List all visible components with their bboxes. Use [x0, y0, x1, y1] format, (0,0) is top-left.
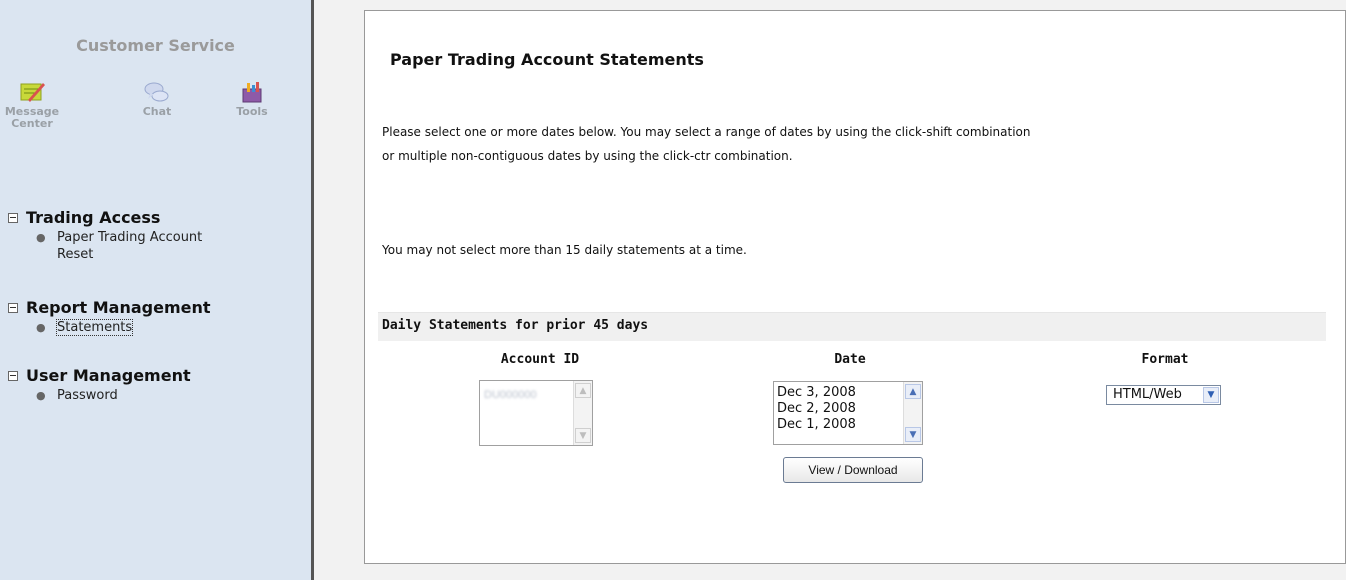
message-center-icon: [20, 83, 45, 102]
view-download-button[interactable]: View / Download: [783, 457, 923, 483]
account-id-listbox[interactable]: DU000000 ▲ ▼: [479, 380, 593, 446]
scroll-down-icon[interactable]: ▼: [575, 428, 591, 443]
sidebar-item-password[interactable]: ● Password: [8, 387, 191, 404]
message-center-button[interactable]: Message Center: [2, 80, 62, 130]
account-id-header: Account ID: [500, 352, 580, 367]
bullet-icon: ●: [36, 231, 46, 244]
section-title: User Management: [26, 366, 191, 385]
sidebar-item-label-line1: Paper Trading Account: [57, 230, 203, 245]
date-header: Date: [834, 352, 866, 367]
collapse-icon[interactable]: [8, 212, 18, 223]
scroll-up-icon[interactable]: ▲: [575, 383, 591, 398]
sidebar-item-label: Password: [57, 388, 118, 403]
bullet-icon: ●: [36, 389, 46, 402]
instructions-line2: or multiple non-contiguous dates by usin…: [382, 149, 793, 163]
sidebar: Customer Service Message Center Chat Too…: [0, 0, 311, 580]
statements-section-title: Daily Statements for prior 45 days: [382, 318, 649, 333]
date-option[interactable]: Dec 2, 2008: [777, 401, 856, 417]
instructions-line1: Please select one or more dates below. Y…: [382, 125, 1031, 139]
date-option[interactable]: Dec 1, 2008: [777, 417, 856, 433]
user-management-header[interactable]: User Management: [8, 366, 191, 385]
account-id-value: DU000000: [484, 389, 537, 401]
sidebar-item-paper-trading-account-reset[interactable]: ● Paper Trading Account Reset: [8, 229, 202, 263]
tools-icon: [242, 82, 262, 103]
chat-button[interactable]: Chat: [127, 80, 187, 118]
account-listbox-scrollbar[interactable]: ▲ ▼: [573, 381, 592, 445]
trading-access-header[interactable]: Trading Access: [8, 208, 202, 227]
date-listbox-scrollbar[interactable]: ▲ ▼: [903, 382, 922, 444]
bullet-icon: ●: [36, 321, 46, 334]
section-user-management: User Management ● Password: [8, 366, 191, 404]
sidebar-item-label-line2: Reset: [57, 247, 94, 262]
section-title: Trading Access: [26, 208, 161, 227]
section-trading-access: Trading Access ● Paper Trading Account R…: [8, 208, 202, 263]
chat-icon: [144, 82, 169, 102]
chevron-down-icon[interactable]: ▼: [1203, 387, 1219, 403]
format-selected-value: HTML/Web: [1113, 387, 1182, 402]
customer-service-title: Customer Service: [76, 36, 235, 55]
report-management-header[interactable]: Report Management: [8, 298, 211, 317]
message-center-label-line2: Center: [11, 117, 53, 130]
format-select[interactable]: HTML/Web ▼: [1106, 385, 1221, 405]
section-report-management: Report Management ● Statements: [8, 298, 211, 336]
chat-label: Chat: [142, 105, 172, 118]
instructions-text: Please select one or more dates below. Y…: [382, 120, 1342, 168]
sidebar-divider[interactable]: [311, 0, 314, 580]
tools-button[interactable]: Tools: [222, 80, 282, 118]
tools-label: Tools: [236, 105, 268, 118]
collapse-icon[interactable]: [8, 370, 18, 381]
format-header: Format: [1141, 352, 1189, 367]
date-listbox[interactable]: Dec 3, 2008 Dec 2, 2008 Dec 1, 2008 ▲ ▼: [773, 381, 923, 445]
sidebar-item-statements[interactable]: ● Statements: [8, 319, 211, 336]
date-option[interactable]: Dec 3, 2008: [777, 385, 856, 401]
sidebar-item-label[interactable]: Statements: [55, 319, 134, 336]
scroll-up-icon[interactable]: ▲: [905, 384, 921, 399]
collapse-icon[interactable]: [8, 302, 18, 313]
page-title: Paper Trading Account Statements: [390, 50, 704, 69]
date-options: Dec 3, 2008 Dec 2, 2008 Dec 1, 2008: [777, 385, 856, 433]
limit-note: You may not select more than 15 daily st…: [382, 243, 747, 257]
section-title: Report Management: [26, 298, 211, 317]
scroll-down-icon[interactable]: ▼: [905, 427, 921, 442]
